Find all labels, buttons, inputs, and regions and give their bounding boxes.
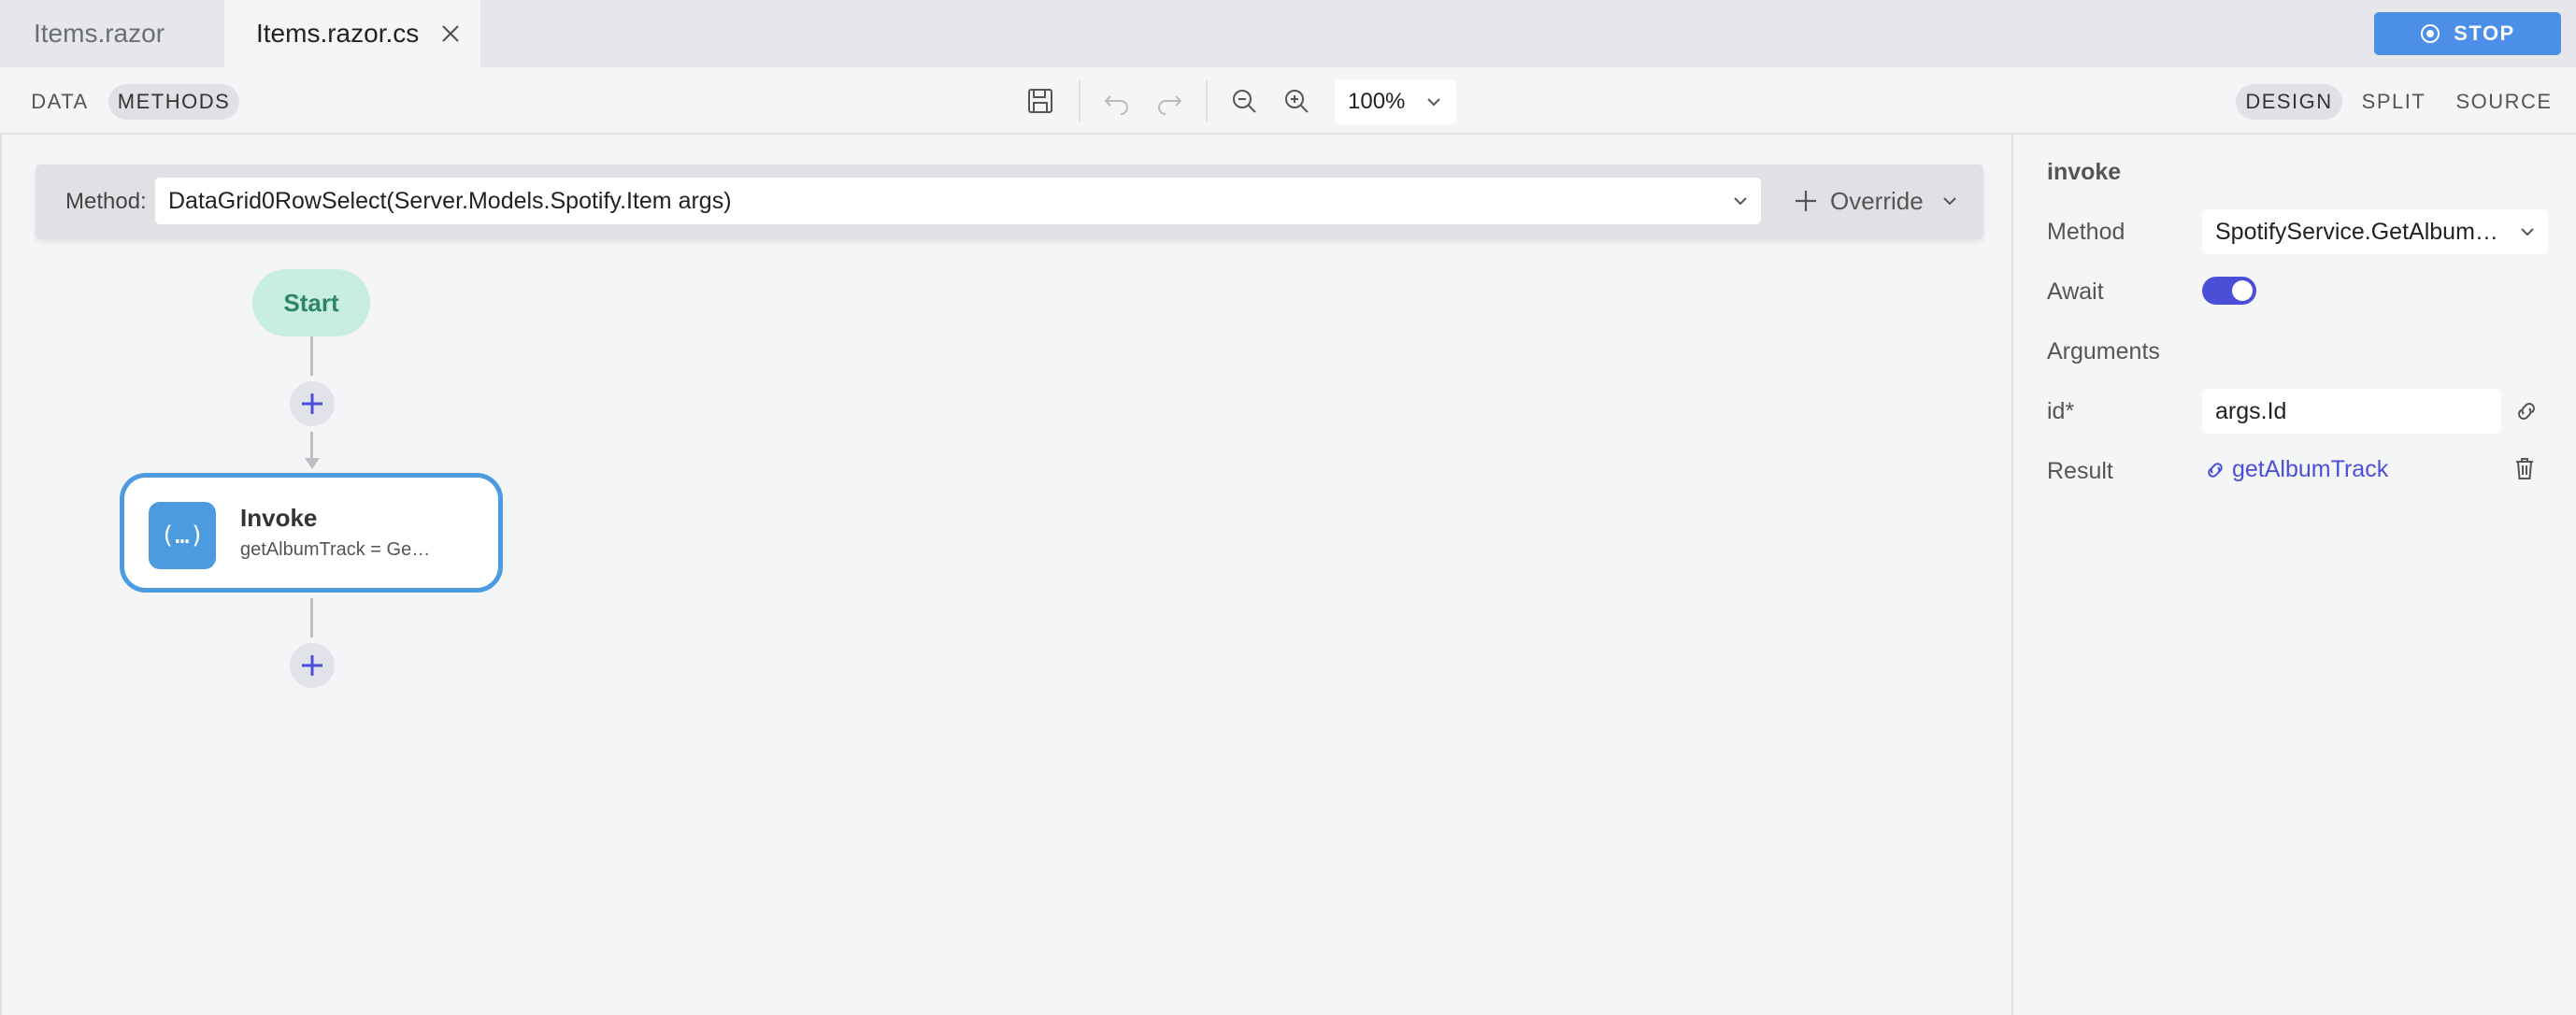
method-bar: Method: DataGrid0RowSelect(Server.Models…	[36, 164, 1983, 239]
connector-line	[310, 432, 313, 460]
start-node[interactable]: Start	[252, 269, 370, 336]
start-label: Start	[283, 288, 339, 317]
stop-label: STOP	[2454, 21, 2515, 45]
await-label: Await	[2047, 279, 2104, 305]
tab-bar: Items.razor Items.razor.cs STOP	[0, 0, 2576, 67]
tab-label: Items.razor	[34, 19, 165, 48]
await-toggle[interactable]	[2202, 277, 2256, 305]
stop-button[interactable]: STOP	[2374, 12, 2561, 55]
arg-id-value: args.Id	[2215, 397, 2287, 424]
trash-icon[interactable]	[2511, 454, 2539, 482]
result-value: getAlbumTrack	[2232, 456, 2389, 482]
method-field-select[interactable]: SpotifyService.GetAlbum…	[2202, 209, 2548, 254]
tab-label: Items.razor.cs	[256, 19, 420, 48]
invoke-title: Invoke	[240, 504, 318, 532]
zoom-select[interactable]: 100%	[1335, 79, 1456, 124]
method-label: Method:	[65, 189, 147, 214]
method-field-value: SpotifyService.GetAlbum…	[2215, 218, 2498, 245]
invoke-node[interactable]: (…) Invoke getAlbumTrack = Ge…	[120, 473, 503, 593]
mode-methods[interactable]: METHODS	[108, 84, 239, 120]
zoom-value: 100%	[1348, 89, 1406, 114]
tab-items-razor[interactable]: Items.razor	[0, 0, 224, 67]
redo-icon[interactable]	[1153, 85, 1185, 117]
override-button[interactable]: Override	[1793, 179, 1959, 222]
invoke-subtitle: getAlbumTrack = Ge…	[240, 539, 431, 560]
link-icon[interactable]	[2512, 397, 2540, 425]
result-label: Result	[2047, 458, 2113, 484]
add-step-button[interactable]	[290, 643, 335, 688]
connector-line	[310, 598, 313, 637]
toolbar-divider	[1079, 80, 1080, 122]
save-icon[interactable]	[1024, 85, 1056, 117]
plus-icon	[302, 393, 322, 414]
method-select[interactable]: DataGrid0RowSelect(Server.Models.Spotify…	[155, 178, 1761, 224]
link-icon	[2208, 462, 2223, 478]
toolbar: DATA METHODS 100% DESIGN SPLIT SOURCE	[0, 67, 2576, 135]
chevron-down-icon	[1942, 197, 1956, 206]
result-link[interactable]: getAlbumTrack	[2204, 456, 2388, 483]
invoke-icon: (…)	[149, 502, 216, 569]
method-value: DataGrid0RowSelect(Server.Models.Spotify…	[168, 187, 732, 214]
zoom-in-icon[interactable]	[1281, 85, 1312, 117]
view-source[interactable]: SOURCE	[2451, 84, 2557, 120]
design-canvas[interactable]: Method: DataGrid0RowSelect(Server.Models…	[0, 135, 2011, 1015]
stop-icon	[2421, 24, 2440, 43]
undo-icon[interactable]	[1101, 85, 1133, 117]
chevron-down-icon	[2521, 228, 2534, 236]
close-icon[interactable]	[437, 21, 464, 47]
panel-title: invoke	[2047, 159, 2122, 185]
zoom-out-icon[interactable]	[1228, 85, 1260, 117]
chevron-down-icon	[1734, 197, 1747, 206]
arguments-label: Arguments	[2047, 338, 2160, 365]
mode-data[interactable]: DATA	[21, 84, 99, 120]
toggle-knob	[2232, 280, 2253, 301]
chevron-down-icon	[1427, 98, 1440, 107]
tab-items-razor-cs[interactable]: Items.razor.cs	[224, 0, 480, 67]
method-field-label: Method	[2047, 219, 2125, 245]
view-split[interactable]: SPLIT	[2354, 84, 2434, 120]
override-label: Override	[1830, 186, 1924, 215]
toolbar-divider	[1206, 80, 1208, 122]
arg-id-input[interactable]: args.Id	[2202, 389, 2501, 434]
arrow-head	[305, 458, 320, 469]
plus-icon	[302, 655, 322, 676]
add-step-button[interactable]	[290, 381, 335, 426]
connector-line	[310, 336, 313, 376]
properties-panel: invoke Method SpotifyService.GetAlbum… A…	[2011, 135, 2576, 1015]
view-design[interactable]: DESIGN	[2236, 84, 2342, 120]
plus-icon	[1796, 191, 1816, 211]
arg-id-label: id*	[2047, 398, 2075, 424]
